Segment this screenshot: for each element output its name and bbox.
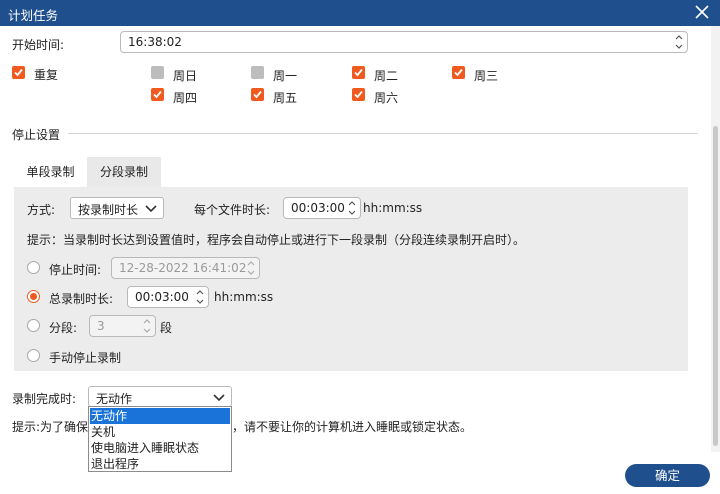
menu-item-exit[interactable]: 退出程序 [90,456,230,472]
confirm-button[interactable]: 确定 [625,464,710,487]
menu-item-no-action[interactable]: 无动作 [90,408,230,424]
day-wed-label: 周三 [474,69,499,83]
per-file-label: 每个文件时长: [194,203,271,217]
spinner-icon[interactable] [195,288,205,309]
start-time-input[interactable]: 16:38:02 [120,31,688,53]
day-tue-checkbox[interactable] [352,66,365,79]
day-sun-label: 周日 [173,69,198,83]
day-fri-label: 周五 [273,91,298,105]
spinner-icon[interactable] [347,199,357,220]
total-duration-value: 00:03:00 [135,290,189,304]
note-prefix: 提示:为了确保 [12,420,89,434]
chevron-down-icon [145,203,157,217]
day-fri-checkbox[interactable] [251,88,264,101]
menu-item-sleep[interactable]: 使电脑进入睡眠状态 [90,440,230,456]
chevron-down-icon [213,392,225,406]
mode-label: 方式: [27,203,56,217]
per-file-duration-input[interactable]: 00:03:00 [283,197,361,219]
stop-hint-text: 提示：当录制时长达到设置值时，程序会自动停止或进行下一段录制（分段连续录制开启时… [27,233,526,247]
spinner-icon[interactable] [246,259,256,280]
tab-multi-segment[interactable]: 分段录制 [87,157,161,187]
scrollbar-thumb[interactable] [713,126,718,446]
total-duration-radio[interactable] [27,290,40,303]
close-icon[interactable] [692,2,712,22]
stop-time-value: 12-28-2022 16:41:02 [119,261,247,275]
stop-time-radio[interactable] [27,261,40,274]
section-divider [68,133,698,134]
segments-input[interactable]: 3 [89,315,156,337]
segments-value: 3 [97,319,105,333]
day-thu-checkbox[interactable] [151,88,164,101]
stop-time-label: 停止时间: [49,263,102,277]
spinner-icon[interactable] [674,33,684,54]
on-complete-dropdown[interactable]: 无动作 [88,386,232,407]
day-sat-checkbox[interactable] [352,88,365,101]
window-title: 计划任务 [8,8,59,23]
total-duration-unit: hh:mm:ss [214,290,274,304]
start-time-value: 16:38:02 [128,35,182,49]
segments-label: 分段: [49,321,78,335]
manual-stop-radio[interactable] [27,349,40,362]
start-time-label: 开始时间: [12,38,65,52]
tab-single-segment[interactable]: 单段录制 [14,157,87,187]
day-tue-label: 周二 [374,69,399,83]
mode-dropdown[interactable]: 按录制时长 [70,197,164,219]
repeat-checkbox[interactable] [12,66,25,79]
segments-unit: 段 [160,321,173,335]
manual-stop-label: 手动停止录制 [49,351,122,365]
total-duration-label: 总录制时长: [49,292,114,306]
on-complete-value: 无动作 [96,392,133,406]
repeat-label: 重复 [34,68,59,82]
day-mon-label: 周一 [273,69,298,83]
title-bar: 计划任务 [0,0,720,26]
on-complete-label: 录制完成时: [12,392,77,406]
day-thu-label: 周四 [173,91,198,105]
on-complete-menu: 无动作 关机 使电脑进入睡眠状态 退出程序 [88,406,232,472]
segments-radio[interactable] [27,319,40,332]
mode-value: 按录制时长 [78,203,139,217]
per-file-unit: hh:mm:ss [363,201,423,215]
per-file-duration-value: 00:03:00 [291,201,345,215]
menu-item-shutdown[interactable]: 关机 [90,424,230,440]
note-suffix: ，请不要让你的计算机进入睡眠或锁定状态。 [232,420,473,434]
scrollbar[interactable] [711,26,720,452]
stop-section-title: 停止设置 [12,128,61,142]
day-sat-label: 周六 [374,91,399,105]
day-sun-checkbox[interactable] [151,66,164,79]
stop-time-input[interactable]: 12-28-2022 16:41:02 [111,257,260,279]
spinner-icon[interactable] [142,317,152,338]
day-mon-checkbox[interactable] [251,66,264,79]
total-duration-input[interactable]: 00:03:00 [127,286,209,308]
day-wed-checkbox[interactable] [452,66,465,79]
